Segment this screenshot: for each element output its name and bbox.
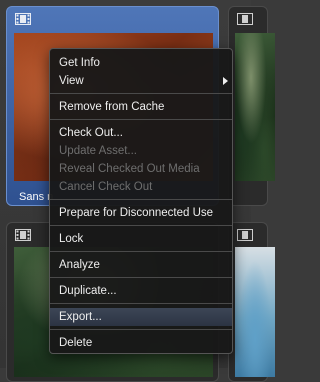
film-icon	[15, 229, 31, 241]
menu-item-label: Lock	[59, 233, 84, 245]
menu-item-label: View	[59, 75, 84, 87]
menu-item-label: Update Asset...	[59, 145, 137, 157]
menu-item-lock[interactable]: Lock	[50, 230, 232, 248]
menu-item-label: Prepare for Disconnected Use	[59, 207, 214, 219]
menu-separator	[50, 225, 232, 226]
asset-tile[interactable]	[228, 6, 275, 206]
asset-tile[interactable]	[228, 222, 275, 382]
menu-item-label: Reveal Checked Out Media	[59, 163, 200, 175]
menu-item-delete[interactable]: Delete	[50, 334, 232, 352]
menu-separator	[50, 329, 232, 330]
menu-item-label: Get Info	[59, 57, 100, 69]
context-menu: Get Info View Remove from Cache Check Ou…	[49, 48, 233, 354]
menu-separator	[50, 303, 232, 304]
menu-item-label: Export...	[59, 311, 102, 323]
menu-separator	[50, 119, 232, 120]
menu-item-label: Analyze	[59, 259, 100, 271]
menu-item-label: Duplicate...	[59, 285, 117, 297]
film-icon	[237, 229, 253, 241]
menu-item-reveal-checked-out-media: Reveal Checked Out Media	[50, 160, 232, 178]
film-icon	[237, 13, 253, 25]
menu-separator	[50, 277, 232, 278]
menu-separator	[50, 199, 232, 200]
menu-item-remove-from-cache[interactable]: Remove from Cache	[50, 98, 232, 116]
menu-item-update-asset: Update Asset...	[50, 142, 232, 160]
menu-item-view[interactable]: View	[50, 72, 232, 90]
menu-item-label: Delete	[59, 337, 93, 349]
menu-separator	[50, 93, 232, 94]
film-icon	[15, 13, 31, 25]
menu-separator	[50, 251, 232, 252]
menu-item-label: Check Out...	[59, 127, 123, 139]
asset-thumbnail	[235, 33, 275, 181]
menu-item-analyze[interactable]: Analyze	[50, 256, 232, 274]
menu-item-label: Remove from Cache	[59, 101, 165, 113]
menu-item-check-out[interactable]: Check Out...	[50, 124, 232, 142]
menu-item-export[interactable]: Export...	[50, 308, 232, 326]
menu-item-prepare-for-disconnected-use[interactable]: Prepare for Disconnected Use	[50, 204, 232, 222]
menu-item-get-info[interactable]: Get Info	[50, 54, 232, 72]
menu-item-label: Cancel Check Out	[59, 181, 153, 193]
menu-item-cancel-check-out: Cancel Check Out	[50, 178, 232, 196]
asset-thumbnail	[235, 247, 275, 377]
submenu-arrow-icon	[223, 77, 228, 85]
menu-item-duplicate[interactable]: Duplicate...	[50, 282, 232, 300]
